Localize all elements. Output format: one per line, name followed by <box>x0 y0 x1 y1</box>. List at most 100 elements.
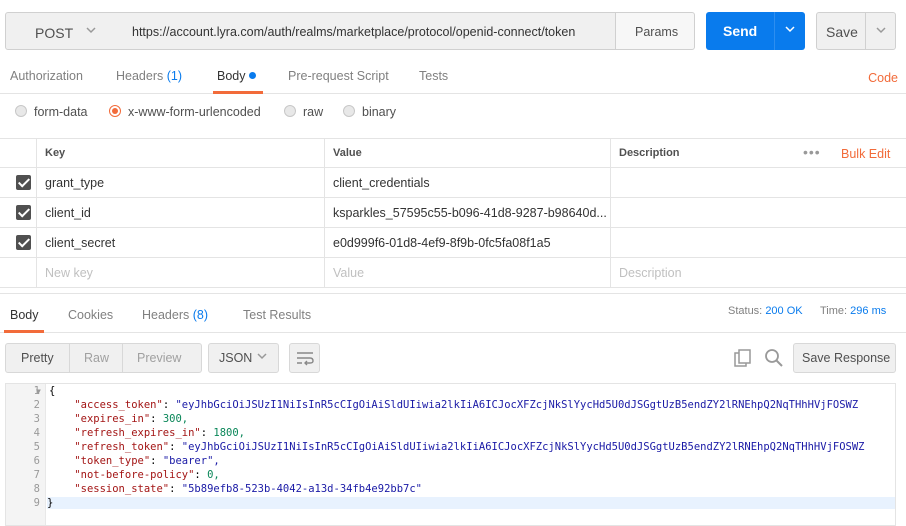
radio-circle-icon <box>284 105 296 117</box>
format-label: JSON <box>219 351 253 365</box>
new-key-field[interactable]: New key <box>36 258 324 287</box>
tab-body[interactable]: Body <box>217 69 256 83</box>
view-raw-button[interactable]: Raw <box>84 351 109 365</box>
radio-urlencoded[interactable]: x-www-form-urlencoded <box>109 105 261 119</box>
code-line: "refresh_token": "eyJhbGciOiJSUzI1NiIsIn… <box>74 441 865 453</box>
body-type-selector: form-data x-www-form-urlencoded raw bina… <box>0 94 906 132</box>
chevron-down-icon <box>85 24 97 39</box>
radio-binary[interactable]: binary <box>343 105 396 119</box>
send-dropdown-button[interactable] <box>774 12 805 50</box>
save-response-button[interactable]: Save Response <box>793 343 896 373</box>
line-number-gutter: 1 ▼ 2 3 4 5 6 7 8 9 <box>6 384 46 525</box>
header-value: Value <box>333 147 362 159</box>
wrap-lines-button[interactable] <box>289 343 320 373</box>
method-select[interactable]: POST <box>5 12 122 50</box>
header-value-cell: Value <box>324 139 610 167</box>
tab-prerequest-script[interactable]: Pre-request Script <box>288 69 389 83</box>
code-line: "not-before-policy": 0, <box>74 469 220 481</box>
response-tab-body[interactable]: Body <box>10 308 39 322</box>
time-value[interactable]: 296 ms <box>850 305 886 317</box>
json-key: "token_type" <box>74 455 151 467</box>
status-label: Status: <box>728 305 763 317</box>
param-key: grant_type <box>45 176 105 190</box>
new-value-field[interactable]: Value <box>324 258 610 287</box>
response-tab-cookies[interactable]: Cookies <box>68 308 113 322</box>
line-number: 9 <box>33 497 40 509</box>
save-dropdown-button[interactable] <box>865 12 896 50</box>
new-key-placeholder: New key <box>45 266 93 280</box>
tab-authorization[interactable]: Authorization <box>10 69 83 83</box>
tab-headers-label: Headers <box>116 69 164 83</box>
response-tabs: Body Cookies Headers (8) Test Results St… <box>0 293 906 333</box>
response-body-editor[interactable]: 1 ▼ 2 3 4 5 6 7 8 9 { "access_token": "e… <box>5 383 896 526</box>
response-tab-test-results[interactable]: Test Results <box>243 308 311 322</box>
key-cell[interactable]: client_secret <box>36 228 324 257</box>
code-line: "refresh_expires_in": 1800, <box>74 427 245 439</box>
value-cell[interactable]: e0d999f6-01d8-4ef9-8f9b-0fc5fa08f1a5 <box>324 228 610 257</box>
params-button[interactable]: Params <box>615 12 695 50</box>
response-tab-headers[interactable]: Headers (8) <box>142 308 208 322</box>
params-label: Params <box>635 25 679 39</box>
param-value: ksparkles_57595c55-b096-41d8-9287-b98640… <box>333 206 607 220</box>
code-line: "session_state": "5b89efb8-523b-4042-a13… <box>74 483 422 495</box>
view-preview-button[interactable]: Preview <box>137 351 181 365</box>
save-button[interactable]: Save <box>816 12 866 50</box>
new-description-field[interactable]: Description <box>610 258 906 287</box>
search-icon[interactable] <box>764 348 784 371</box>
divider <box>69 344 70 372</box>
value-cell[interactable]: ksparkles_57595c55-b096-41d8-9287-b98640… <box>324 198 610 227</box>
divider <box>122 344 123 372</box>
key-cell[interactable]: grant_type <box>36 168 324 197</box>
send-button[interactable]: Send <box>706 12 774 50</box>
json-key: "refresh_token" <box>74 441 170 453</box>
param-value: e0d999f6-01d8-4ef9-8f9b-0fc5fa08f1a5 <box>333 236 551 250</box>
header-checkbox-cell <box>0 139 36 167</box>
new-description-placeholder: Description <box>619 266 682 280</box>
code-link[interactable]: Code <box>868 71 898 85</box>
send-label: Send <box>723 23 758 39</box>
bulk-edit-link[interactable]: Bulk Edit <box>841 147 890 161</box>
url-text: https://account.lyra.com/auth/realms/mar… <box>132 25 576 39</box>
tab-headers[interactable]: Headers (1) <box>116 69 182 83</box>
checkbox-checked-icon[interactable] <box>16 235 31 250</box>
table-row: client_id ksparkles_57595c55-b096-41d8-9… <box>0 198 906 228</box>
view-pretty-button[interactable]: Pretty <box>21 351 54 365</box>
fold-arrow-icon[interactable]: ▼ <box>36 387 41 396</box>
checkbox-checked-icon[interactable] <box>16 205 31 220</box>
chevron-down-icon <box>784 23 796 38</box>
value-cell[interactable]: client_credentials <box>324 168 610 197</box>
description-cell[interactable] <box>610 228 906 257</box>
line-number: 8 <box>33 483 40 495</box>
radio-form-data-label: form-data <box>34 105 88 119</box>
code-line: "expires_in": 300, <box>74 413 189 425</box>
method-label: POST <box>35 25 74 41</box>
view-mode-selector: Pretty Raw Preview <box>5 343 202 373</box>
line-number: 1 <box>33 385 40 397</box>
header-key: Key <box>45 147 66 159</box>
url-input[interactable]: https://account.lyra.com/auth/realms/mar… <box>121 12 616 50</box>
json-value: "eyJhbGciOiJSUzI1NiIsInR5cCIgOiAiSldUIiw… <box>181 441 865 453</box>
radio-form-data[interactable]: form-data <box>15 105 88 119</box>
description-cell[interactable] <box>610 168 906 197</box>
radio-raw-label: raw <box>303 105 324 119</box>
json-value: 0, <box>207 469 220 481</box>
code-line-current: } <box>47 497 895 509</box>
key-cell[interactable]: client_id <box>36 198 324 227</box>
json-value: 300, <box>162 413 189 425</box>
radio-raw[interactable]: raw <box>284 105 323 119</box>
tab-tests[interactable]: Tests <box>419 69 448 83</box>
response-tab-headers-label: Headers <box>142 308 190 322</box>
checkbox-checked-icon[interactable] <box>16 175 31 190</box>
format-select[interactable]: JSON <box>208 343 279 373</box>
headers-count: (1) <box>166 69 183 83</box>
json-value: "eyJhbGciOiJSUzI1NiIsInR5cCIgOiAiSldUIiw… <box>175 399 859 411</box>
row-checkbox-cell <box>0 228 36 257</box>
code-line: { <box>49 385 56 397</box>
modified-dot-icon <box>248 72 256 79</box>
line-number: 2 <box>33 399 40 411</box>
description-cell[interactable] <box>610 198 906 227</box>
save-response-label: Save Response <box>802 351 891 365</box>
status-value[interactable]: 200 OK <box>765 305 802 317</box>
more-options-icon[interactable]: ••• <box>803 144 821 160</box>
copy-icon[interactable] <box>734 349 752 370</box>
